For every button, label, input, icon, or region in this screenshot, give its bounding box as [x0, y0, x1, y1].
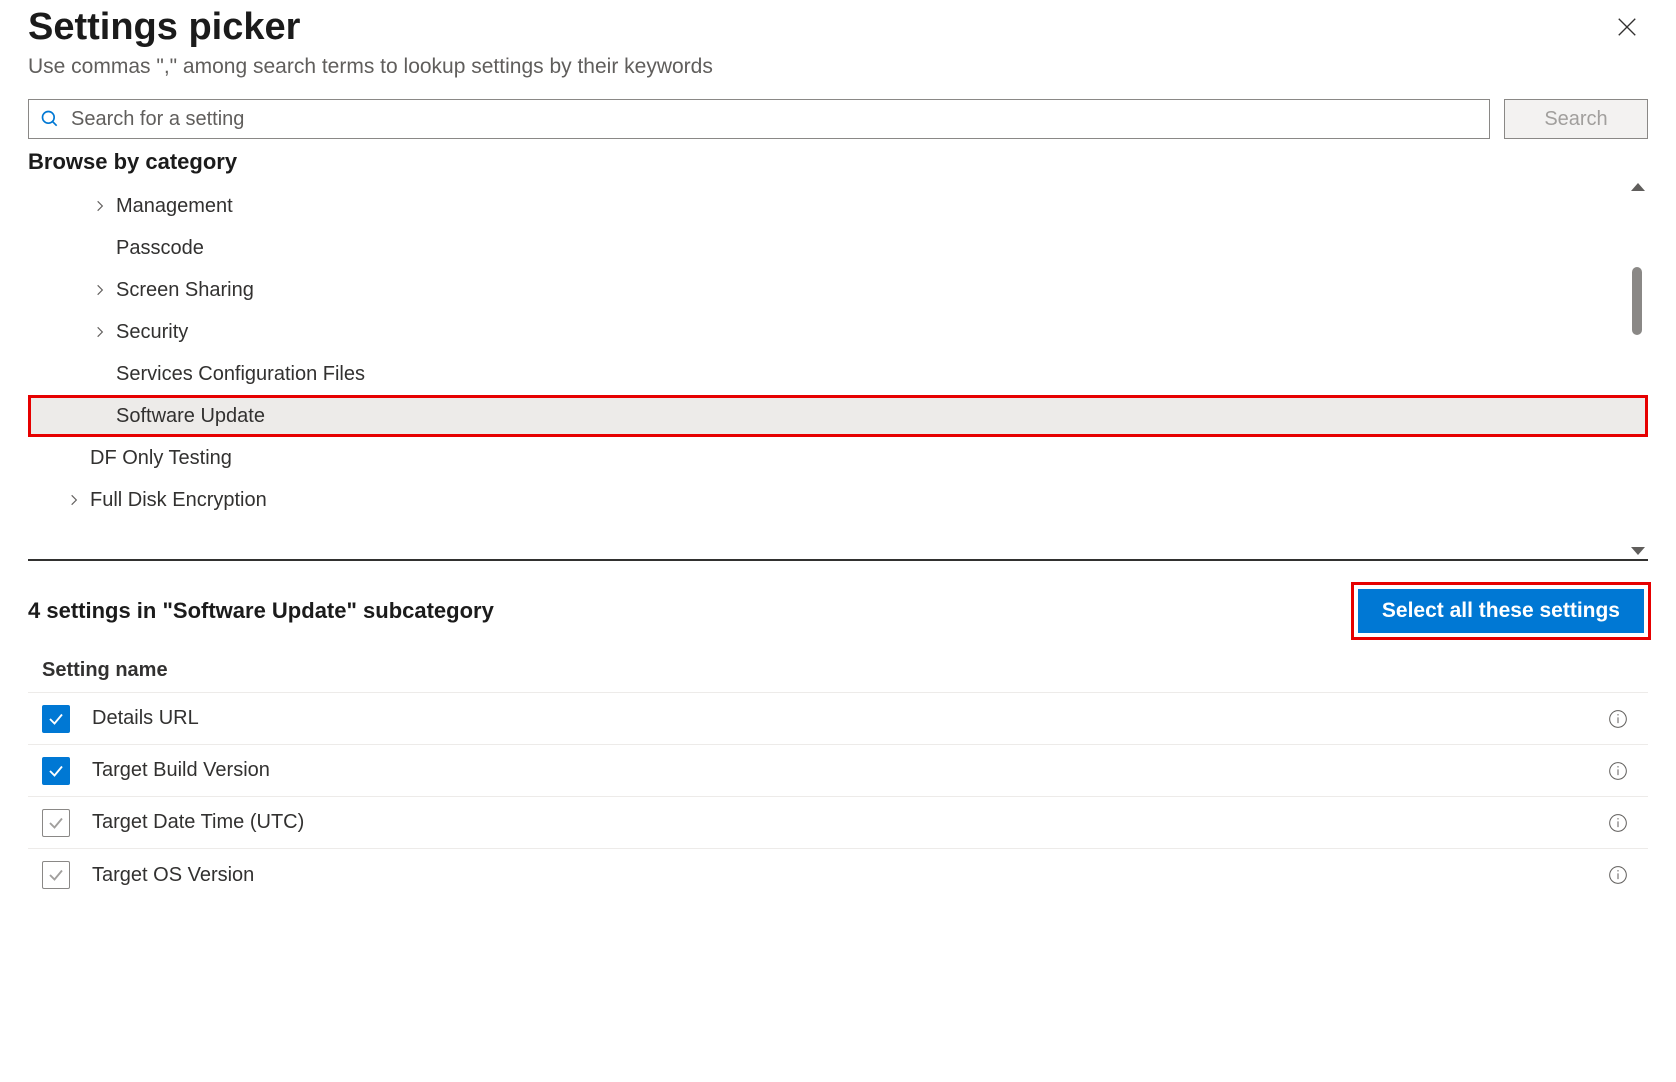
scrollbar[interactable]: [1628, 179, 1646, 559]
info-icon[interactable]: [1608, 865, 1628, 885]
select-all-highlight: Select all these settings: [1354, 585, 1648, 637]
checkbox[interactable]: [42, 861, 70, 889]
page-title: Settings picker: [28, 6, 300, 49]
category-item[interactable]: Security: [28, 311, 1648, 353]
info-icon[interactable]: [1608, 709, 1628, 729]
setting-row[interactable]: Target Date Time (UTC): [28, 797, 1648, 849]
category-label: Security: [116, 321, 188, 344]
category-label: Passcode: [116, 237, 204, 260]
category-label: Management: [116, 195, 233, 218]
setting-name: Target OS Version: [92, 864, 1608, 887]
select-all-button[interactable]: Select all these settings: [1358, 589, 1644, 633]
checkbox[interactable]: [42, 809, 70, 837]
chevron-right-icon: [88, 320, 112, 344]
subcategory-count: 4 settings in "Software Update" subcateg…: [28, 598, 494, 624]
setting-name: Details URL: [92, 707, 1608, 730]
chevron-right-icon: [88, 278, 112, 302]
category-label: Software Update: [116, 405, 265, 428]
scroll-thumb[interactable]: [1632, 267, 1642, 335]
chevron-right-icon: [62, 488, 86, 512]
category-item[interactable]: Full Disk Encryption: [28, 479, 1648, 521]
scroll-down-icon[interactable]: [1631, 547, 1645, 555]
search-icon: [40, 109, 60, 129]
category-item[interactable]: Management: [28, 185, 1648, 227]
category-label: Full Disk Encryption: [90, 489, 267, 512]
chevron-right-icon: [88, 194, 112, 218]
setting-name: Target Build Version: [92, 759, 1608, 782]
category-item[interactable]: DF Only Testing: [28, 437, 1648, 479]
scroll-up-icon[interactable]: [1631, 183, 1645, 191]
close-button[interactable]: [1606, 6, 1648, 48]
category-tree: Management Passcode Screen Sharing Security…: [28, 179, 1648, 521]
category-item[interactable]: Services Configuration Files: [28, 353, 1648, 395]
search-button[interactable]: Search: [1504, 99, 1648, 139]
setting-row[interactable]: Details URL: [28, 693, 1648, 745]
category-label: DF Only Testing: [90, 447, 232, 470]
checkbox[interactable]: [42, 757, 70, 785]
settings-table: Setting name Details URL Target Build Ver…: [28, 653, 1648, 901]
checkbox[interactable]: [42, 705, 70, 733]
info-icon[interactable]: [1608, 761, 1628, 781]
category-item[interactable]: Screen Sharing: [28, 269, 1648, 311]
page-subtitle: Use commas "," among search terms to loo…: [28, 55, 1648, 79]
setting-row[interactable]: Target Build Version: [28, 745, 1648, 797]
category-item[interactable]: Software Update: [28, 395, 1648, 437]
category-label: Services Configuration Files: [116, 363, 365, 386]
setting-name: Target Date Time (UTC): [92, 811, 1608, 834]
category-item[interactable]: Passcode: [28, 227, 1648, 269]
category-label: Screen Sharing: [116, 279, 254, 302]
info-icon[interactable]: [1608, 813, 1628, 833]
column-header-setting-name[interactable]: Setting name: [28, 653, 1648, 693]
setting-row[interactable]: Target OS Version: [28, 849, 1648, 901]
search-input[interactable]: [28, 99, 1490, 139]
search-box: [28, 99, 1490, 139]
browse-by-category-label: Browse by category: [28, 149, 1648, 175]
close-icon: [1616, 16, 1638, 38]
